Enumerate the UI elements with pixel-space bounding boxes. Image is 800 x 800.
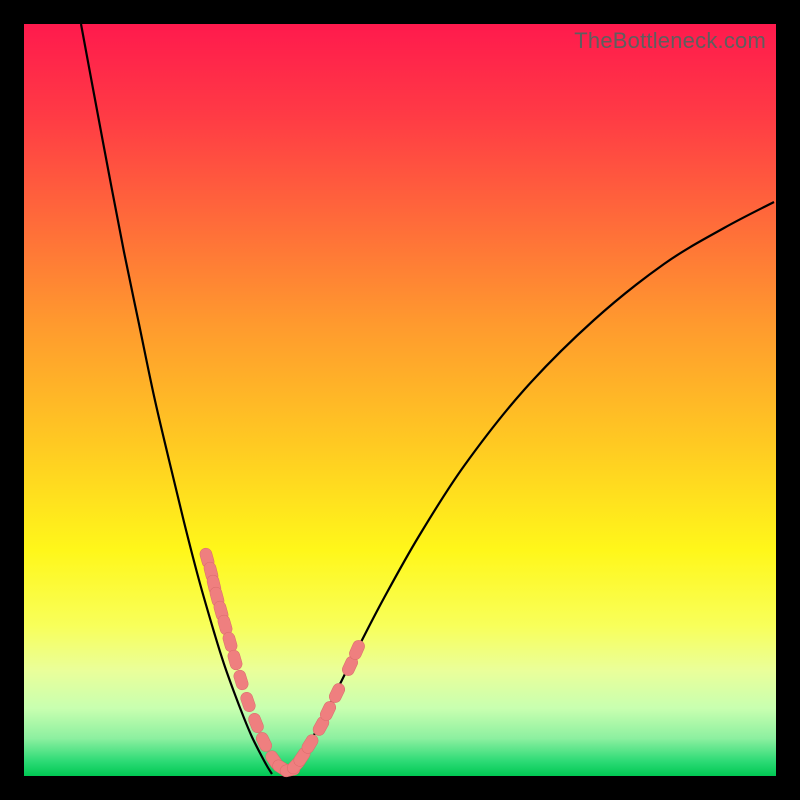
bead bbox=[327, 681, 347, 704]
left-curve bbox=[81, 24, 272, 774]
right-curve bbox=[290, 202, 774, 774]
bead bbox=[226, 649, 243, 672]
bead bbox=[254, 730, 274, 753]
chart-svg bbox=[24, 24, 776, 776]
plot-area: TheBottleneck.com bbox=[24, 24, 776, 776]
bead bbox=[232, 669, 249, 692]
chart-frame: TheBottleneck.com bbox=[0, 0, 800, 800]
